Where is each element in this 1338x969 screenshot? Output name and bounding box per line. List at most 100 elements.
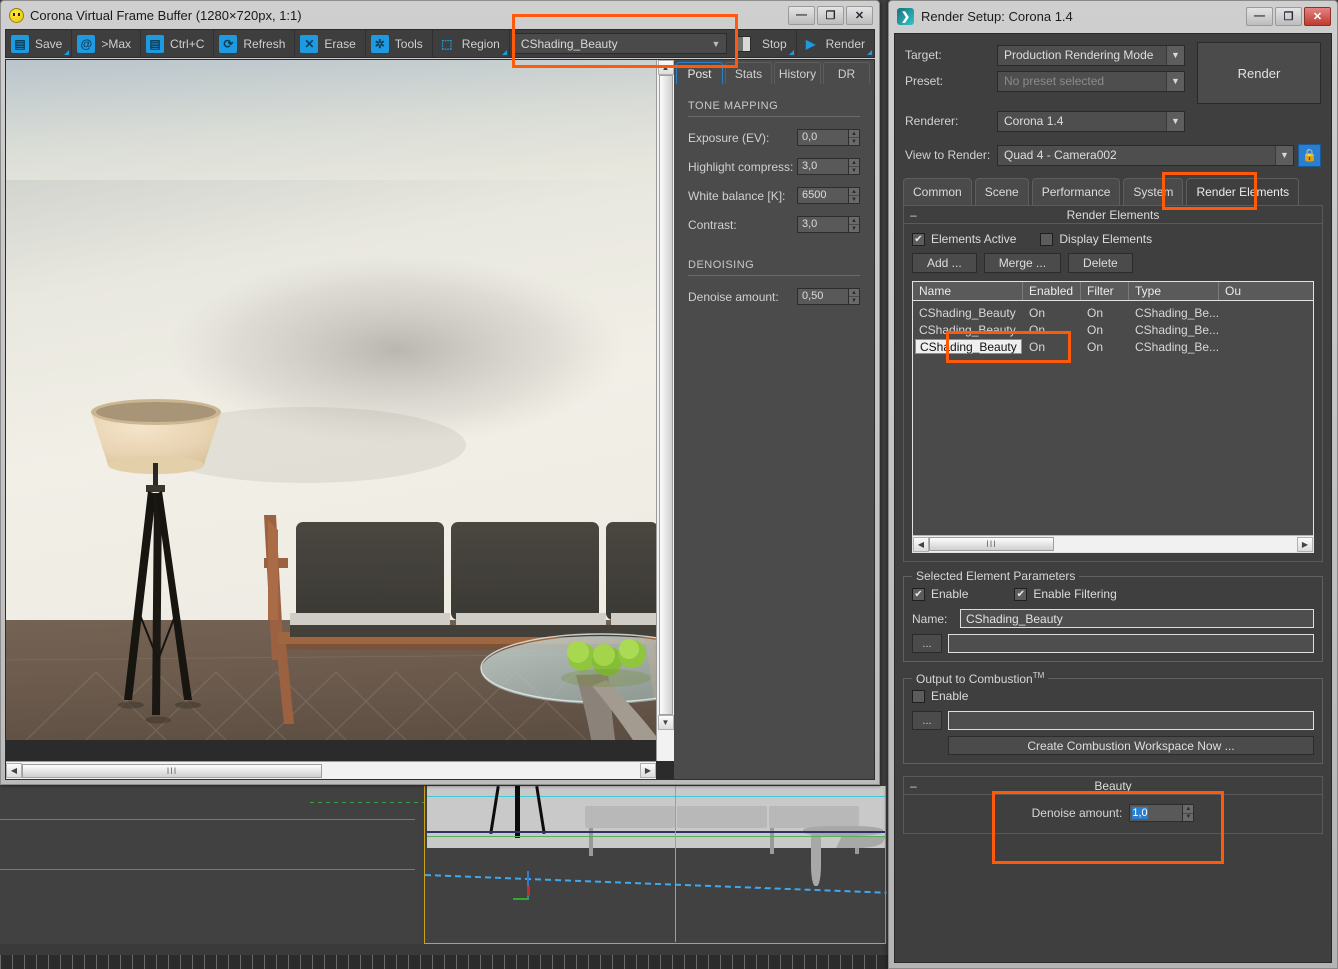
- add-element-button[interactable]: Add ...: [912, 253, 977, 273]
- rendered-image[interactable]: [6, 60, 656, 740]
- collapse-icon[interactable]: –: [910, 208, 917, 222]
- tab-performance[interactable]: Performance: [1031, 178, 1121, 205]
- erase-button[interactable]: ✕ Erase: [295, 30, 366, 57]
- elements-active-checkbox[interactable]: [912, 232, 925, 246]
- render-elements-rollout-header[interactable]: – Render Elements: [904, 206, 1322, 224]
- tab-render-elements[interactable]: Render Elements: [1186, 178, 1300, 205]
- horizontal-scroll-thumb[interactable]: III: [22, 763, 322, 778]
- element-name-input[interactable]: CShading_Beauty: [960, 609, 1314, 628]
- column-header-output[interactable]: Ou: [1219, 282, 1241, 300]
- vfb-image-area[interactable]: ▲ ▼ ◀ III ▶: [6, 60, 674, 779]
- beauty-rollout-header[interactable]: – Beauty: [904, 777, 1322, 795]
- render-setup-window-controls[interactable]: — ❐ ✕: [1246, 6, 1337, 26]
- render-setup-window[interactable]: ❯ Render Setup: Corona 1.4 — ❐ ✕ Target:…: [888, 0, 1338, 969]
- stop-dropdown-corner-icon[interactable]: [788, 50, 794, 55]
- to-max-button[interactable]: @ >Max: [72, 30, 142, 57]
- white-balance-spin-buttons[interactable]: ▲ ▼: [849, 187, 860, 204]
- collapse-icon[interactable]: –: [910, 779, 917, 793]
- exposure-input[interactable]: 0,0: [797, 129, 849, 146]
- vfb-toolbar[interactable]: ▤ Save @ >Max ▤ Ctrl+C ⟳ Refresh ✕ Erase…: [5, 29, 875, 58]
- scroll-down-arrow-icon[interactable]: ▼: [657, 715, 674, 730]
- image-horizontal-scrollbar[interactable]: ◀ III ▶: [6, 761, 656, 779]
- denoise-amount-input[interactable]: 0,50: [797, 288, 849, 305]
- maximize-button[interactable]: ❐: [1275, 6, 1302, 26]
- contrast-spin-buttons[interactable]: ▲ ▼: [849, 216, 860, 233]
- contrast-input[interactable]: 3,0: [797, 216, 849, 233]
- list-scroll-thumb[interactable]: III: [929, 537, 1054, 551]
- maximize-button[interactable]: ❐: [817, 5, 844, 25]
- render-button[interactable]: Render: [1197, 42, 1321, 104]
- highlight-compress-spin-buttons[interactable]: ▲ ▼: [849, 158, 860, 175]
- row-name-inline-input[interactable]: CShading_Beauty: [915, 339, 1022, 354]
- tab-stats[interactable]: Stats: [725, 62, 772, 84]
- view-to-render-select[interactable]: Quad 4 - Camera002 ▼: [997, 144, 1294, 166]
- viewport-right-camera[interactable]: [424, 786, 887, 944]
- refresh-button[interactable]: ⟳ Refresh: [214, 30, 296, 57]
- save-dropdown-corner-icon[interactable]: [64, 50, 70, 55]
- chevron-down-icon[interactable]: ▼: [1275, 145, 1293, 165]
- scroll-right-arrow-icon[interactable]: ▶: [640, 763, 656, 778]
- render-setup-tab-strip[interactable]: Common Scene Performance System Render E…: [903, 178, 1331, 205]
- white-balance-spinner[interactable]: 6500 ▲ ▼: [797, 187, 860, 204]
- list-horizontal-scrollbar[interactable]: ◀ III ▶: [913, 535, 1313, 552]
- scroll-right-arrow-icon[interactable]: ▶: [1297, 536, 1313, 552]
- tab-system[interactable]: System: [1123, 178, 1184, 205]
- chevron-down-icon[interactable]: ▼: [1166, 71, 1184, 91]
- save-button[interactable]: ▤ Save: [6, 30, 73, 57]
- corona-vfb-window[interactable]: Corona Virtual Frame Buffer (1280×720px,…: [0, 0, 880, 785]
- stop-button[interactable]: Stop: [757, 30, 797, 57]
- render-elements-list[interactable]: Name Enabled Filter Type Ou CShading_Bea…: [912, 281, 1314, 553]
- minimize-button[interactable]: —: [1246, 6, 1273, 26]
- chevron-down-icon[interactable]: ▼: [1166, 111, 1184, 131]
- vfb-tab-strip[interactable]: Post Stats History DR: [676, 62, 872, 84]
- image-vertical-scrollbar[interactable]: ▲ ▼: [656, 60, 674, 761]
- copy-button[interactable]: ▤ Ctrl+C: [141, 30, 215, 57]
- close-button[interactable]: ✕: [846, 5, 873, 25]
- white-balance-input[interactable]: 6500: [797, 187, 849, 204]
- table-row[interactable]: CShading_Beauty On On CShading_Be...: [913, 321, 1313, 338]
- create-combustion-workspace-button[interactable]: Create Combustion Workspace Now ...: [948, 736, 1314, 755]
- vfb-window-controls[interactable]: — ❐ ✕: [788, 5, 879, 25]
- combustion-browse-button[interactable]: ...: [912, 711, 942, 730]
- delete-element-button[interactable]: Delete: [1068, 253, 1133, 273]
- column-header-type[interactable]: Type: [1129, 282, 1219, 300]
- scroll-left-arrow-icon[interactable]: ◀: [913, 536, 929, 552]
- denoise-amount-spin-buttons[interactable]: ▲ ▼: [849, 288, 860, 305]
- combustion-path-input[interactable]: [948, 711, 1314, 730]
- display-elements-checkbox[interactable]: [1040, 232, 1054, 246]
- merge-element-button[interactable]: Merge ...: [983, 253, 1062, 273]
- minimize-button[interactable]: —: [788, 5, 815, 25]
- enable-filtering-checkbox[interactable]: [1014, 587, 1028, 601]
- table-row[interactable]: CShading_Beauty On On CShading_Be...: [913, 338, 1313, 355]
- column-header-enabled[interactable]: Enabled: [1023, 282, 1081, 300]
- renderer-select[interactable]: Corona 1.4 ▼: [997, 110, 1185, 132]
- table-row[interactable]: CShading_Beauty On On CShading_Be...: [913, 304, 1313, 321]
- render-button[interactable]: ▶ Render: [797, 30, 874, 57]
- beauty-denoise-input[interactable]: 1,0: [1129, 804, 1184, 822]
- contrast-spinner[interactable]: 3,0 ▲ ▼: [797, 216, 860, 233]
- tab-post[interactable]: Post: [676, 62, 723, 84]
- render-dropdown-corner-icon[interactable]: [867, 50, 872, 55]
- highlight-compress-spinner[interactable]: 3,0 ▲ ▼: [797, 158, 860, 175]
- exposure-spin-buttons[interactable]: ▲ ▼: [849, 129, 860, 146]
- preset-select[interactable]: No preset selected ▼: [997, 70, 1185, 92]
- enable-checkbox[interactable]: [912, 587, 925, 601]
- lock-icon[interactable]: 🔒: [1298, 143, 1321, 167]
- exposure-spinner[interactable]: 0,0 ▲ ▼: [797, 129, 860, 146]
- close-button[interactable]: ✕: [1304, 6, 1331, 26]
- tab-dr[interactable]: DR: [823, 62, 870, 84]
- viewport-left[interactable]: [0, 786, 430, 944]
- column-header-name[interactable]: Name: [913, 282, 1023, 300]
- render-element-combo[interactable]: CShading_Beauty ▼: [511, 33, 727, 54]
- tab-scene[interactable]: Scene: [974, 178, 1029, 205]
- row-name-edit-cell[interactable]: CShading_Beauty: [913, 338, 1023, 355]
- vertical-scroll-thumb[interactable]: [658, 75, 673, 715]
- chevron-down-icon[interactable]: ▼: [1166, 45, 1184, 65]
- column-header-filter[interactable]: Filter: [1081, 282, 1129, 300]
- region-dropdown-corner-icon[interactable]: [501, 50, 507, 55]
- element-browse-button[interactable]: ...: [912, 634, 942, 653]
- tab-common[interactable]: Common: [903, 178, 972, 205]
- tab-history[interactable]: History: [774, 62, 821, 84]
- scroll-left-arrow-icon[interactable]: ◀: [6, 763, 22, 778]
- render-setup-title-bar[interactable]: ❯ Render Setup: Corona 1.4 — ❐ ✕: [889, 1, 1337, 31]
